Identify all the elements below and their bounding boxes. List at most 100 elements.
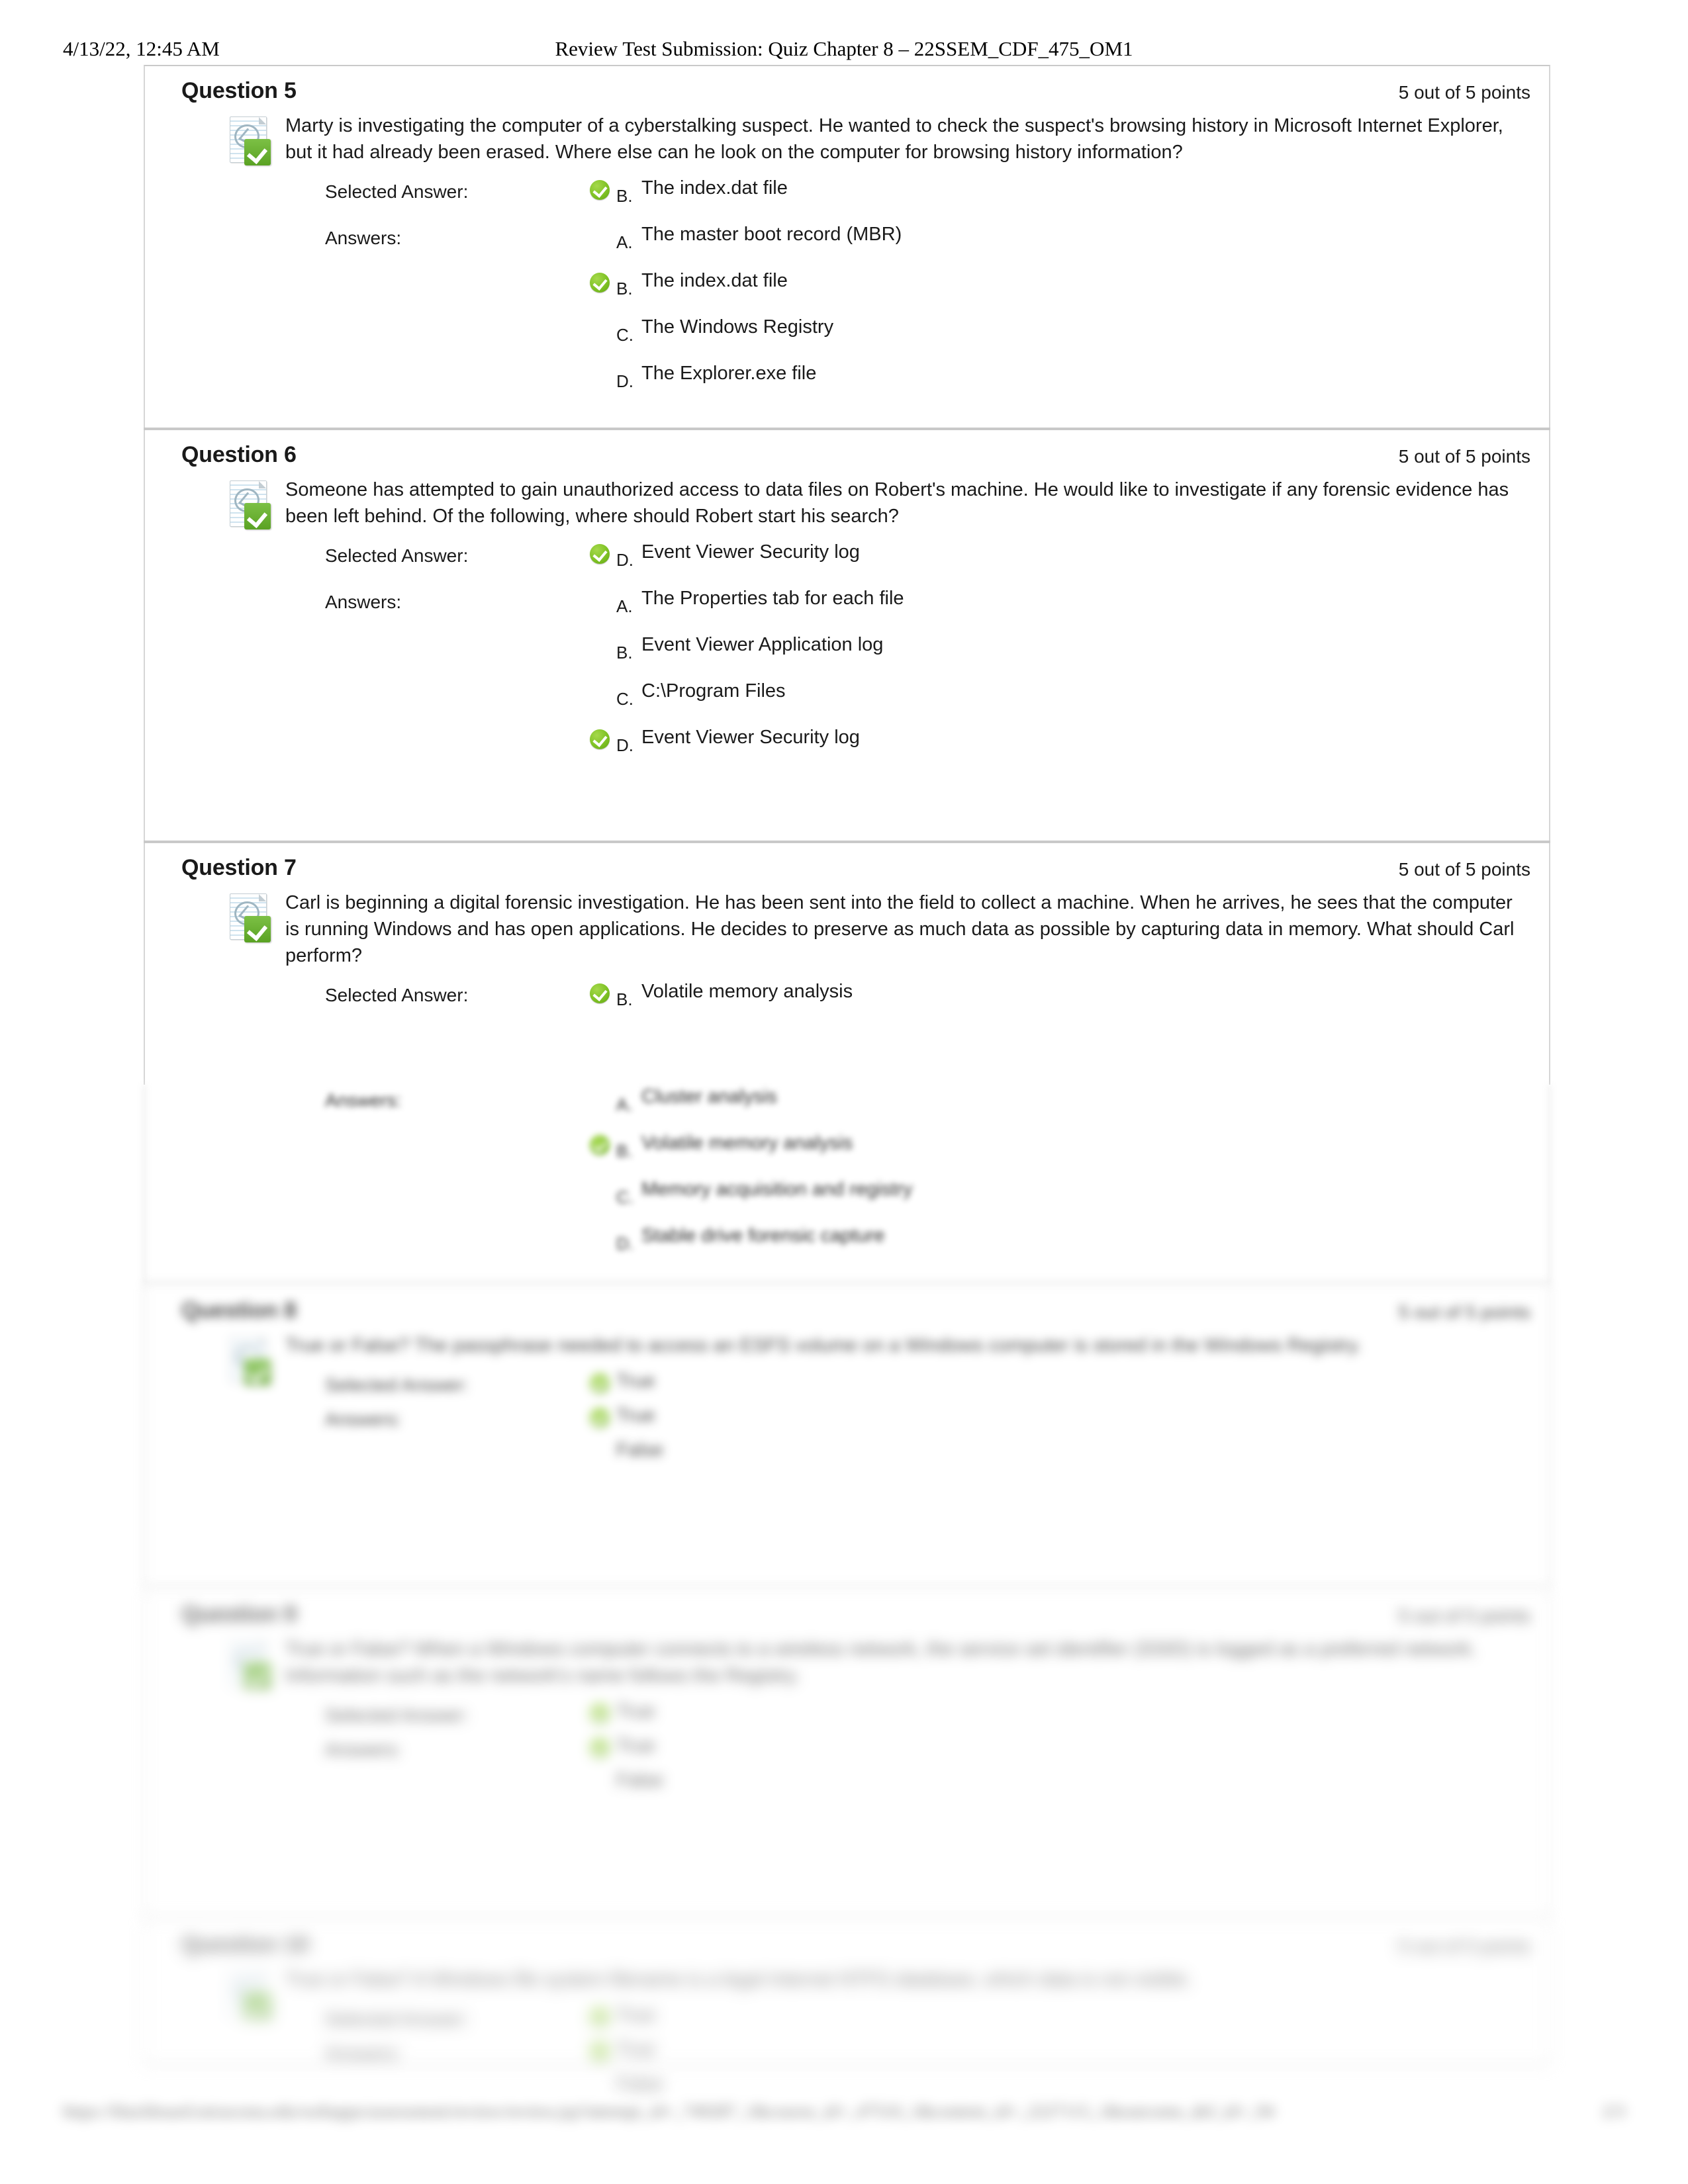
question-card-6: Question 6 5 out of 5 points Someone has… [144,430,1550,841]
answer-text: False [616,2073,663,2095]
answers-label: Answers: [325,592,402,612]
answer-letter: C. [616,325,633,345]
answers-block: Selected Answer: True Answers: True Fals… [145,1369,1549,1473]
question-body: True or False? A Windows file system fil… [145,1966,1549,2107]
answer-text: Event Viewer Application log [641,634,884,655]
answer-text: Stable drive forensic capture [641,1225,885,1246]
question-body: Marty is investigating the computer of a… [145,113,1549,408]
answer-option-row: C. Memory acquisition and registry [145,1177,1549,1224]
question-header: Question 8 5 out of 5 points [145,1286,1549,1332]
question-points: 5 out of 5 points [1398,82,1530,103]
answer-option-row: Answers: A. The master boot record (MBR) [145,222,1549,269]
print-footer: https://blackboard.miracosta.edu/webapps… [0,2101,1688,2141]
question-document-check-icon [230,893,272,945]
question-title: Question 8 [181,1298,297,1323]
selected-answer-label: Selected Answer: [325,985,469,1005]
answer-text: Memory acquisition and registry [641,1179,913,1200]
selected-answer-row: Selected Answer: True [145,1700,1549,1734]
answers-block: Selected Answer: True Answers: True Fals… [145,1700,1549,1803]
answer-letter: D. [616,550,633,570]
question-text: Marty is investigating the computer of a… [285,115,1503,163]
question-points: 5 out of 5 points [1398,1606,1530,1626]
correct-check-icon [590,983,611,1005]
answers-block: Selected Answer: D. Event Viewer Securit… [145,540,1549,772]
answer-option-row: B. The index.dat file [145,269,1549,315]
question-text: True or False? A Windows file system fil… [285,1969,1192,1990]
answer-text: Event Viewer Security log [641,727,860,748]
answer-option-row: False [145,1768,1549,1803]
question-body: True or False? The passphrase needed to … [145,1332,1549,1473]
answer-text: True [616,1701,655,1722]
correct-check-icon [590,1738,611,1759]
correct-check-icon [590,2042,611,2063]
answer-letter: B. [616,1141,633,1161]
answer-text: Volatile memory analysis [641,1132,853,1154]
correct-check-icon [590,1408,611,1429]
question-header: Question 6 5 out of 5 points [145,430,1549,477]
answers-label: Answers: [325,1090,402,1111]
selected-answer-label: Selected Answer: [325,1705,469,1725]
question-points: 5 out of 5 points [1398,1936,1530,1956]
answers-block: Selected Answer: B. The index.dat file A… [145,176,1549,408]
question-text: True or False? When a Windows computer c… [285,1639,1477,1686]
answer-letter: C. [616,689,633,709]
question-card-9-blurred: Question 9 5 out of 5 points True or Fal… [0,1590,1688,1917]
selected-answer-row: Selected Answer: True [145,1369,1549,1404]
question-card-8: Question 8 5 out of 5 points True or Fal… [144,1286,1550,1587]
answer-text: True [616,1735,655,1756]
answer-text: The Explorer.exe file [641,363,817,384]
answer-text: Cluster analysis [641,1086,777,1107]
question-points: 5 out of 5 points [1398,859,1530,880]
answer-text: True [616,1371,655,1392]
answer-option-row: Answers: A. Cluster analysis [145,1085,1549,1131]
answer-text: C:\Program Files [641,680,786,702]
print-title: Review Test Submission: Quiz Chapter 8 –… [555,37,1133,60]
question-card-7: Question 7 5 out of 5 points Carl is beg… [144,843,1550,1085]
question-points: 5 out of 5 points [1398,1302,1530,1322]
question-body: True or False? When a Windows computer c… [145,1636,1549,1803]
question-text: Carl is beginning a digital forensic inv… [285,892,1515,966]
correct-check-icon [590,2007,611,2028]
question-title: Question 9 [181,1602,297,1627]
answer-letter: A. [616,232,633,252]
answer-letter: B. [616,279,633,298]
answer-letter: C. [616,1187,633,1207]
selected-answer-label: Selected Answer: [325,181,469,202]
answer-option-row: False [145,1438,1549,1473]
answer-text: False [616,1439,663,1461]
question-title: Question 7 [181,855,297,880]
answer-text: True [616,1405,655,1426]
selected-answer-row: Selected Answer: B. The index.dat file [145,176,1549,222]
correct-check-icon [590,544,611,565]
question-card-7-tail: Answers: A. Cluster analysis B. Volatile… [144,1085,1550,1283]
answers-label: Answers: [325,1409,402,1430]
answer-letter: D. [616,371,633,391]
answer-letter: B. [616,989,633,1009]
answer-letter: D. [616,1234,633,1253]
correct-check-icon [590,180,611,201]
answer-option-row: D. Stable drive forensic capture [145,1224,1549,1270]
answers-block: Selected Answer: True Answers: True Fals… [145,2003,1549,2107]
answer-option-row: Answers: True [145,2038,1549,2072]
answer-option-row: Answers: A. The Properties tab for each … [145,586,1549,633]
answer-option-row: D. Event Viewer Security log [145,725,1549,772]
question-points: 5 out of 5 points [1398,446,1530,467]
question-title: Question 10 [181,1932,309,1957]
answer-text: The Windows Registry [641,316,834,338]
question-header: Question 5 5 out of 5 points [145,66,1549,113]
selected-answer-row: Selected Answer: B. Volatile memory anal… [145,979,1549,1026]
answer-option-row: B. Volatile memory analysis [145,1131,1549,1177]
question-document-check-icon [230,116,272,168]
answer-letter: D. [616,735,633,755]
selected-answer-label: Selected Answer: [325,545,469,566]
question-body: Someone has attempted to gain unauthoriz… [145,477,1549,772]
question-document-check-icon [230,480,272,532]
answer-option-row: Answers: True [145,1404,1549,1438]
correct-check-icon [590,1704,611,1725]
selected-answer-label: Selected Answer: [325,1375,469,1395]
answer-option-row: C. The Windows Registry [145,315,1549,361]
answer-option-row: D. The Explorer.exe file [145,361,1549,408]
selected-answer-row: Selected Answer: D. Event Viewer Securit… [145,540,1549,586]
question-card-8-blurred: Question 8 5 out of 5 points True or Fal… [0,1286,1688,1587]
answer-letter: A. [616,596,633,616]
